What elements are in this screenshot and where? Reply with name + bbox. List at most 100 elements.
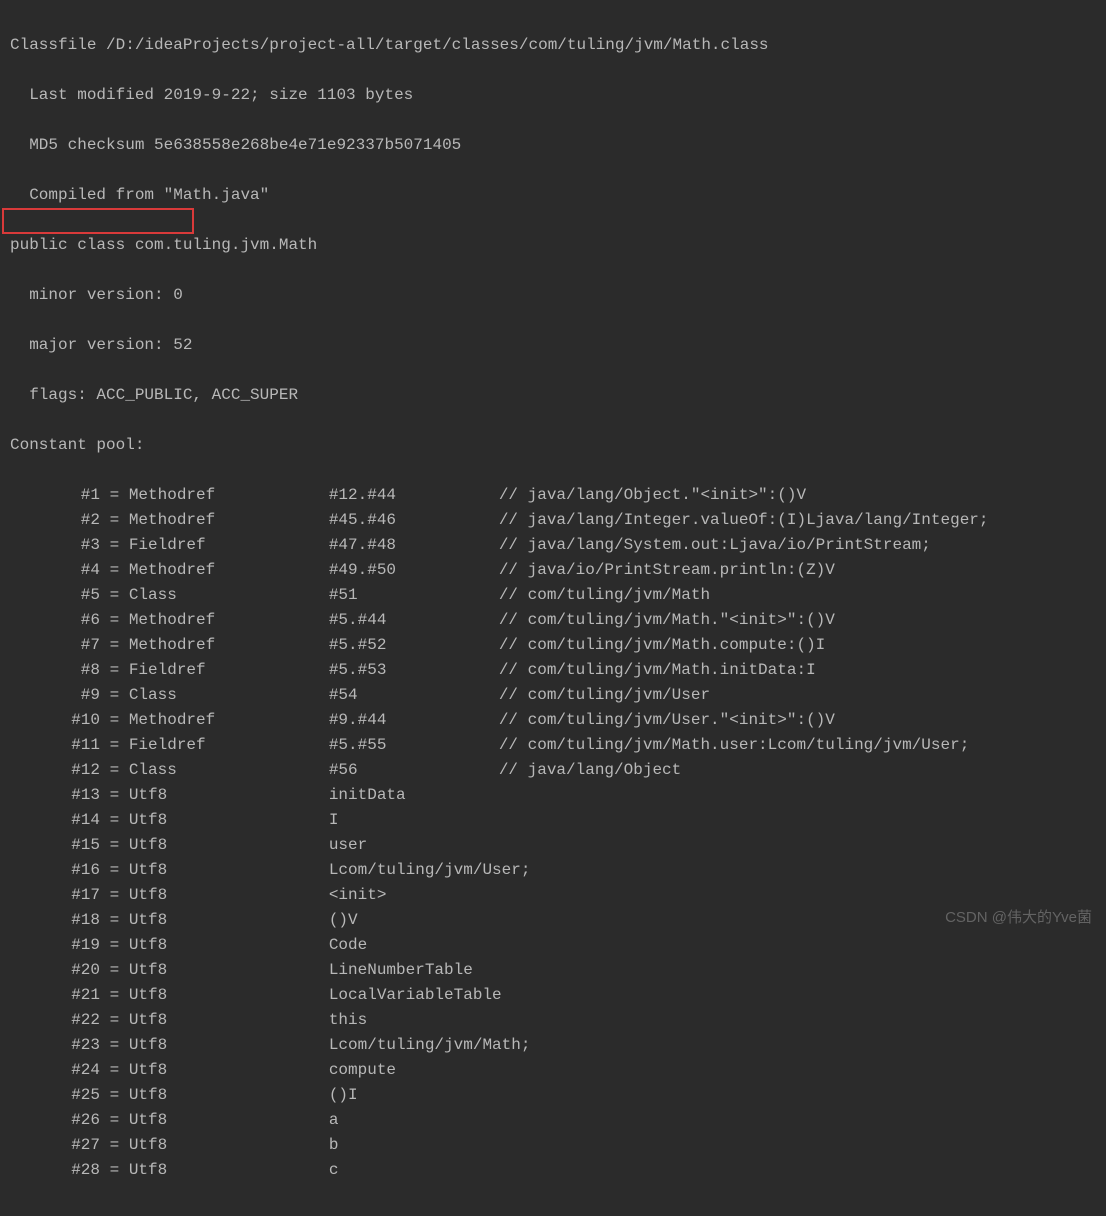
pool-row: #20 = Utf8LineNumberTable [10,958,1096,983]
pool-kind: Utf8 [129,808,329,833]
pool-index: #4 [10,558,100,583]
pool-index: #13 [10,783,100,808]
pool-index: #25 [10,1083,100,1108]
pool-comment: // java/lang/Integer.valueOf:(I)Ljava/la… [499,508,989,533]
pool-ref: b [329,1133,499,1158]
pool-row: #7 = Methodref#5.#52// com/tuling/jvm/Ma… [10,633,1096,658]
pool-row: #11 = Fieldref#5.#55// com/tuling/jvm/Ma… [10,733,1096,758]
pool-ref: <init> [329,883,499,908]
pool-index: #16 [10,858,100,883]
pool-ref: #54 [329,683,499,708]
pool-kind: Utf8 [129,983,329,1008]
pool-kind: Methodref [129,708,329,733]
pool-kind: Utf8 [129,1158,329,1183]
pool-index: #9 [10,683,100,708]
pool-ref: a [329,1108,499,1133]
pool-kind: Utf8 [129,858,329,883]
pool-kind: Class [129,583,329,608]
header-line: minor version: 0 [10,283,1096,308]
pool-row: #4 = Methodref#49.#50// java/io/PrintStr… [10,558,1096,583]
pool-index: #10 [10,708,100,733]
pool-comment: // com/tuling/jvm/User."<init>":()V [499,708,835,733]
pool-row: #17 = Utf8<init> [10,883,1096,908]
pool-ref: initData [329,783,499,808]
pool-comment: // java/io/PrintStream.println:(Z)V [499,558,835,583]
equals-sign: = [100,658,129,683]
pool-index: #12 [10,758,100,783]
pool-comment: // java/lang/Object [499,758,681,783]
pool-ref: #5.#55 [329,733,499,758]
pool-kind: Methodref [129,508,329,533]
pool-kind: Utf8 [129,908,329,933]
equals-sign: = [100,833,129,858]
pool-ref: #5.#44 [329,608,499,633]
equals-sign: = [100,1158,129,1183]
pool-index: #2 [10,508,100,533]
pool-row: #27 = Utf8b [10,1133,1096,1158]
pool-index: #3 [10,533,100,558]
pool-index: #6 [10,608,100,633]
equals-sign: = [100,733,129,758]
pool-index: #28 [10,1158,100,1183]
pool-kind: Utf8 [129,1133,329,1158]
pool-kind: Utf8 [129,783,329,808]
pool-index: #21 [10,983,100,1008]
pool-kind: Fieldref [129,533,329,558]
pool-row: #3 = Fieldref#47.#48// java/lang/System.… [10,533,1096,558]
header-line: public class com.tuling.jvm.Math [10,233,1096,258]
pool-index: #27 [10,1133,100,1158]
equals-sign: = [100,858,129,883]
equals-sign: = [100,683,129,708]
pool-ref: ()V [329,908,499,933]
pool-ref: #12.#44 [329,483,499,508]
equals-sign: = [100,608,129,633]
pool-kind: Utf8 [129,883,329,908]
pool-ref: #47.#48 [329,533,499,558]
pool-row: #26 = Utf8a [10,1108,1096,1133]
pool-index: #26 [10,1108,100,1133]
equals-sign: = [100,883,129,908]
header-line: Classfile /D:/ideaProjects/project-all/t… [10,33,1096,58]
pool-comment: // com/tuling/jvm/Math.user:Lcom/tuling/… [499,733,969,758]
pool-kind: Methodref [129,483,329,508]
pool-kind: Methodref [129,608,329,633]
pool-index: #22 [10,1008,100,1033]
pool-row: #2 = Methodref#45.#46// java/lang/Intege… [10,508,1096,533]
pool-kind: Utf8 [129,958,329,983]
pool-comment: // com/tuling/jvm/Math."<init>":()V [499,608,835,633]
equals-sign: = [100,1058,129,1083]
pool-index: #11 [10,733,100,758]
pool-kind: Methodref [129,558,329,583]
pool-index: #14 [10,808,100,833]
pool-row: #13 = Utf8initData [10,783,1096,808]
pool-index: #24 [10,1058,100,1083]
pool-index: #5 [10,583,100,608]
pool-ref: Lcom/tuling/jvm/User; [329,858,499,883]
pool-row: #9 = Class#54// com/tuling/jvm/User [10,683,1096,708]
pool-index: #7 [10,633,100,658]
pool-ref: #51 [329,583,499,608]
pool-ref: this [329,1008,499,1033]
pool-row: #12 = Class#56// java/lang/Object [10,758,1096,783]
pool-comment: // com/tuling/jvm/Math.initData:I [499,658,816,683]
equals-sign: = [100,583,129,608]
javap-output: Classfile /D:/ideaProjects/project-all/t… [0,0,1106,1216]
header-line: Compiled from "Math.java" [10,183,1096,208]
pool-index: #1 [10,483,100,508]
pool-ref: LocalVariableTable [329,983,499,1008]
pool-row: #14 = Utf8I [10,808,1096,833]
equals-sign: = [100,1008,129,1033]
pool-ref: LineNumberTable [329,958,499,983]
pool-row: #10 = Methodref#9.#44// com/tuling/jvm/U… [10,708,1096,733]
pool-row: #15 = Utf8user [10,833,1096,858]
equals-sign: = [100,958,129,983]
pool-ref: Lcom/tuling/jvm/Math; [329,1033,499,1058]
pool-kind: Class [129,758,329,783]
equals-sign: = [100,783,129,808]
pool-kind: Utf8 [129,1083,329,1108]
pool-row: #28 = Utf8c [10,1158,1096,1183]
pool-comment: // com/tuling/jvm/Math [499,583,710,608]
equals-sign: = [100,633,129,658]
equals-sign: = [100,1133,129,1158]
watermark: CSDN @伟大的Yve菌 [945,906,1092,927]
